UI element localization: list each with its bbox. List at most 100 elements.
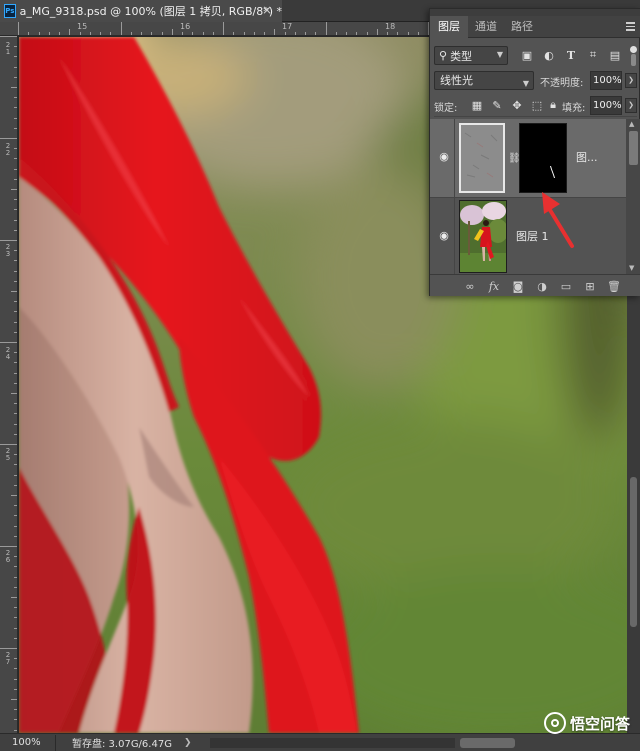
ruler-tick (18, 22, 19, 35)
ruler-tick (14, 168, 17, 170)
type-filter-icon[interactable]: T (564, 48, 578, 62)
new-layer-icon[interactable]: ⊞ (583, 279, 597, 293)
scratch-disk-info: 暂存盘: 3.07G/6.47G (72, 739, 172, 750)
ruler-tick (14, 617, 17, 619)
panel-drag-strip[interactable] (430, 9, 640, 16)
ruler-tick (14, 423, 17, 425)
eye-icon[interactable]: ◉ (438, 151, 450, 163)
horizontal-scrollbar[interactable] (210, 738, 515, 748)
fill-slider-toggle-icon[interactable]: ❯ (625, 98, 637, 113)
lock-row: 锁定: ▦ ✎ ✥ ⬚ 🔒︎ 填充: 100% ❯ (434, 95, 637, 117)
lock-all-icon[interactable]: 🔒︎ (546, 98, 560, 112)
ruler-tick (0, 342, 17, 343)
layers-panel-footer: ∞ fx ◙ ◑ ▭ ⊞ 🗑︎ (430, 274, 640, 296)
mask-link-icon[interactable]: ⛓ (508, 152, 521, 166)
ruler-tick (284, 32, 286, 35)
scroll-down-icon[interactable]: ▼ (629, 264, 634, 272)
ruler-tick (14, 362, 17, 364)
layer-name[interactable]: 图... (576, 149, 598, 165)
ruler-tick (14, 556, 17, 558)
vertical-scroll-thumb[interactable] (630, 477, 637, 627)
ruler-tick (346, 32, 347, 35)
ruler-tick (223, 22, 224, 35)
filter-kind-select[interactable]: ⚲ 类型 ▼ (434, 46, 508, 65)
ruler-tick (14, 627, 17, 629)
adjustment-filter-icon[interactable]: ◐ (542, 48, 556, 62)
smart-object-filter-icon[interactable]: ▤ (608, 48, 622, 62)
layer-thumbnail[interactable] (459, 200, 507, 273)
scroll-up-icon[interactable]: ▲ (629, 120, 634, 128)
ruler-tick (0, 444, 17, 445)
layer-list-scrollbar[interactable]: ▲ ▼ (626, 119, 640, 274)
ruler-tick (14, 331, 17, 333)
opacity-input[interactable]: 100% (590, 71, 622, 90)
blend-row: 线性光 ▼ 不透明度: 100% ❯ (434, 70, 637, 92)
ruler-tick (14, 199, 17, 201)
ruler-tick (315, 32, 317, 35)
filter-kind-label: 类型 (450, 49, 473, 63)
document-tab[interactable]: Ps a_MG_9318.psd @ 100% (图层 1 拷贝, RGB/8*… (0, 0, 282, 22)
group-folder-icon[interactable]: ▭ (559, 279, 573, 293)
ruler-tick (14, 525, 17, 527)
ruler-tick (387, 32, 388, 35)
ruler-tick (11, 597, 17, 598)
chevron-down-icon: ▼ (496, 50, 503, 59)
photo-thumbnail-image (460, 201, 506, 272)
noise-thumbnail-image (461, 125, 503, 191)
ruler-tick (0, 648, 17, 649)
horizontal-scroll-thumb[interactable] (460, 738, 515, 748)
mask-thumbnail-image (520, 124, 566, 192)
lock-label: 锁定: (434, 103, 458, 114)
ruler-tick (151, 32, 153, 35)
ruler-tick (14, 484, 17, 486)
status-menu-arrow-icon[interactable]: ❯ (184, 738, 200, 748)
layer-row-copy[interactable]: ◉ ⛓ 图... (430, 119, 626, 197)
ruler-tick (14, 209, 17, 211)
zoom-field[interactable]: 100% (0, 734, 56, 751)
image-filter-icon[interactable]: ▣ (520, 48, 534, 62)
filter-toggle[interactable] (631, 54, 636, 66)
shape-filter-icon[interactable]: ⌗ (586, 48, 600, 62)
fill-label: 填充: (562, 103, 586, 114)
tab-layers[interactable]: 图层 (430, 16, 468, 38)
ruler-tick (14, 301, 17, 303)
eye-icon[interactable]: ◉ (438, 230, 450, 242)
selection-corner (461, 187, 465, 191)
lock-artboard-icon[interactable]: ⬚ (530, 98, 544, 112)
adjustment-layer-icon[interactable]: ◑ (535, 279, 549, 293)
add-mask-icon[interactable]: ◙ (511, 279, 525, 293)
ruler-tick (202, 32, 204, 35)
layer-mask-thumbnail[interactable] (519, 123, 567, 193)
ruler-tick (407, 32, 409, 35)
link-layers-icon[interactable]: ∞ (463, 279, 477, 293)
trash-icon[interactable]: 🗑︎ (607, 279, 621, 293)
lock-transparency-icon[interactable]: ▦ (470, 98, 484, 112)
ruler-number: 2 1 (5, 41, 11, 56)
lock-position-icon[interactable]: ✥ (510, 98, 524, 112)
ruler-tick (14, 372, 17, 374)
close-icon[interactable]: × (262, 3, 272, 17)
ruler-tick (11, 87, 17, 88)
ruler-tick (14, 474, 17, 476)
layers-panel: 图层 通道 路径 ⚲ 类型 ▼ ▣ ◐ T ⌗ ▤ 线性光 ▼ 不透明度: 10… (429, 8, 640, 296)
ruler-tick (233, 32, 235, 35)
layer-row-base[interactable]: ◉ 图层 1 (430, 197, 626, 276)
ruler-tick (335, 32, 337, 35)
ruler-tick (14, 709, 17, 711)
ruler-tick (120, 22, 122, 35)
panel-menu-icon[interactable] (626, 22, 635, 33)
status-bar: 100% 暂存盘: 3.07G/6.47G ❯ (0, 733, 640, 751)
ruler-tick (171, 29, 173, 35)
blend-mode-select[interactable]: 线性光 ▼ (434, 71, 534, 90)
ruler-tick (0, 240, 17, 241)
tab-paths[interactable]: 路径 (504, 16, 540, 38)
opacity-slider-toggle-icon[interactable]: ❯ (625, 73, 637, 88)
photoshop-logo-icon: Ps (4, 4, 16, 18)
fx-icon[interactable]: fx (487, 279, 501, 293)
lock-image-icon[interactable]: ✎ (490, 98, 504, 112)
fill-input[interactable]: 100% (590, 96, 622, 115)
layer-thumbnail[interactable] (459, 123, 505, 193)
tab-channels[interactable]: 通道 (468, 16, 504, 38)
layer-list-scroll-thumb[interactable] (629, 131, 638, 165)
ruler-tick (397, 32, 399, 35)
